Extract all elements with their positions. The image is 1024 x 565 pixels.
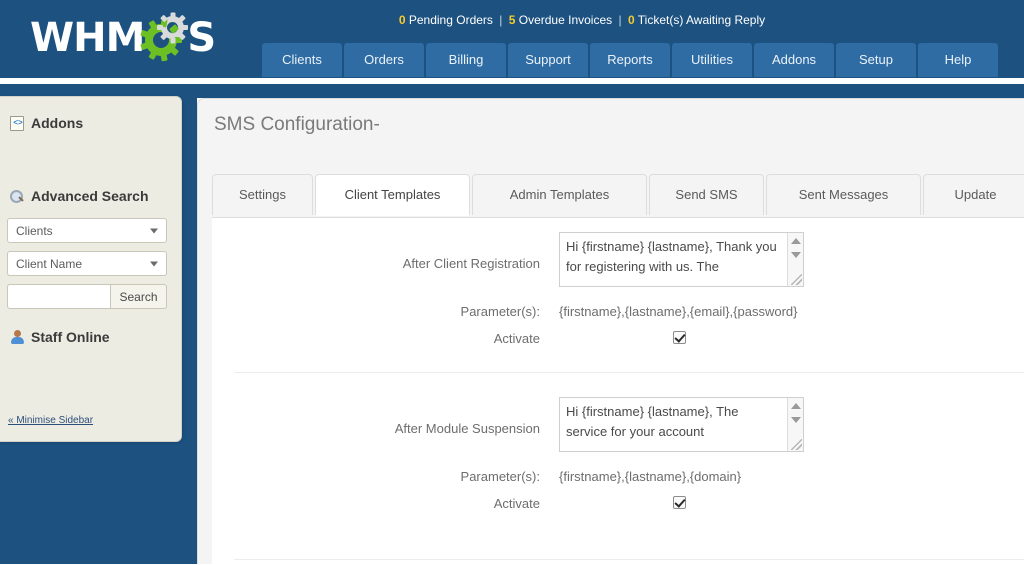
template-message-textarea[interactable]: Hi {firstname} {lastname}, Thank you for…	[559, 232, 804, 287]
parameters-label: Parameter(s):	[460, 469, 540, 484]
scroll-down-icon[interactable]	[790, 417, 801, 423]
page-title: SMS Configuration-	[214, 114, 380, 135]
tab-content-panel: After Client Registration Hi {firstname} …	[212, 217, 1024, 565]
tab-sent-messages[interactable]: Sent Messages	[766, 174, 921, 215]
main-content-panel: SMS Configuration- Settings Client Templa…	[197, 98, 1024, 565]
activate-label: Activate	[493, 496, 540, 511]
pending-orders-count: 0	[398, 13, 406, 27]
activate-checkbox[interactable]	[673, 331, 686, 344]
search-field-value: Client Name	[16, 256, 83, 271]
search-input[interactable]	[7, 284, 111, 309]
tab-admin-templates[interactable]: Admin Templates	[472, 174, 647, 215]
chevron-down-icon	[150, 228, 158, 233]
activate-label: Activate	[493, 331, 540, 346]
nav-item-clients[interactable]: Clients	[262, 43, 342, 77]
sidebar-section-advanced-search: Advanced Search	[0, 188, 159, 204]
tab-settings[interactable]: Settings	[212, 174, 313, 215]
search-type-select[interactable]: Clients	[7, 218, 167, 243]
template-message-textarea[interactable]: Hi {firstname} {lastname}, The service f…	[559, 397, 804, 452]
minimise-sidebar-link[interactable]: « Minimise Sidebar	[8, 415, 93, 426]
advanced-search-label: Advanced Search	[31, 188, 149, 204]
search-field-select[interactable]: Client Name	[7, 251, 167, 276]
status-separator-2: |	[618, 13, 622, 27]
overdue-invoices-count: 5	[508, 13, 516, 27]
status-separator-1: |	[499, 13, 503, 27]
nav-item-reports[interactable]: Reports	[590, 43, 670, 77]
template-message-text: Hi {firstname} {lastname}, The service f…	[566, 404, 739, 439]
section-divider	[234, 372, 1024, 373]
overdue-invoices-label[interactable]: Overdue Invoices	[519, 13, 612, 27]
staff-online-label: Staff Online	[31, 329, 110, 345]
tab-update[interactable]: Update	[923, 174, 1024, 215]
pending-orders-label[interactable]: Pending Orders	[409, 13, 493, 27]
nav-item-support[interactable]: Support	[508, 43, 588, 77]
main-navigation: Clients Orders Billing Support Reports Utilit…	[262, 43, 998, 77]
sidebar-panel: Addons Advanced Search Clients Client Na…	[0, 96, 182, 442]
resize-grip-icon[interactable]	[791, 274, 802, 285]
search-type-value: Clients	[16, 223, 53, 238]
app-header: WHM S 0 Pending Orders | 5 Overdue Invoi…	[0, 0, 1024, 78]
tab-bar: Settings Client Templates Admin Templates S…	[212, 174, 1024, 216]
template-name-label: After Client Registration	[402, 256, 540, 271]
tickets-awaiting-label[interactable]: Ticket(s) Awaiting Reply	[638, 13, 765, 27]
gear-tooth	[169, 46, 180, 56]
sidebar-search-row: Search	[7, 284, 167, 309]
tab-client-templates[interactable]: Client Templates	[315, 174, 470, 216]
template-name-label: After Module Suspension	[394, 421, 540, 436]
sidebar-section-staff-online: Staff Online	[0, 329, 120, 345]
scroll-up-icon[interactable]	[790, 403, 801, 409]
code-document-icon	[10, 115, 25, 131]
nav-item-addons[interactable]: Addons	[754, 43, 834, 77]
search-button[interactable]: Search	[111, 284, 167, 309]
parameters-value: {firstname},{lastname},{domain}	[559, 469, 742, 484]
parameters-value: {firstname},{lastname},{email},{password…	[559, 304, 798, 319]
gear-tooth	[170, 37, 176, 43]
resize-grip-icon[interactable]	[791, 439, 802, 450]
section-divider	[234, 559, 1024, 560]
sidebar-addons-label: Addons	[31, 115, 84, 131]
sidebar-item-addons[interactable]: Addons	[0, 115, 93, 131]
status-summary-bar: 0 Pending Orders | 5 Overdue Invoices | …	[0, 13, 1024, 27]
nav-item-utilities[interactable]: Utilities	[672, 43, 752, 77]
parameters-label: Parameter(s):	[460, 304, 540, 319]
scroll-down-icon[interactable]	[790, 252, 801, 258]
template-message-text: Hi {firstname} {lastname}, Thank you for…	[566, 239, 777, 274]
scroll-up-icon[interactable]	[790, 238, 801, 244]
nav-item-setup[interactable]: Setup	[836, 43, 916, 77]
nav-item-help[interactable]: Help	[918, 43, 998, 77]
chevron-down-icon	[150, 261, 158, 266]
activate-checkbox[interactable]	[673, 496, 686, 509]
tickets-awaiting-count: 0	[627, 13, 635, 27]
user-icon	[10, 329, 24, 345]
nav-item-billing[interactable]: Billing	[426, 43, 506, 77]
magnifier-icon	[10, 189, 24, 204]
tab-send-sms[interactable]: Send SMS	[649, 174, 764, 215]
nav-item-orders[interactable]: Orders	[344, 43, 424, 77]
